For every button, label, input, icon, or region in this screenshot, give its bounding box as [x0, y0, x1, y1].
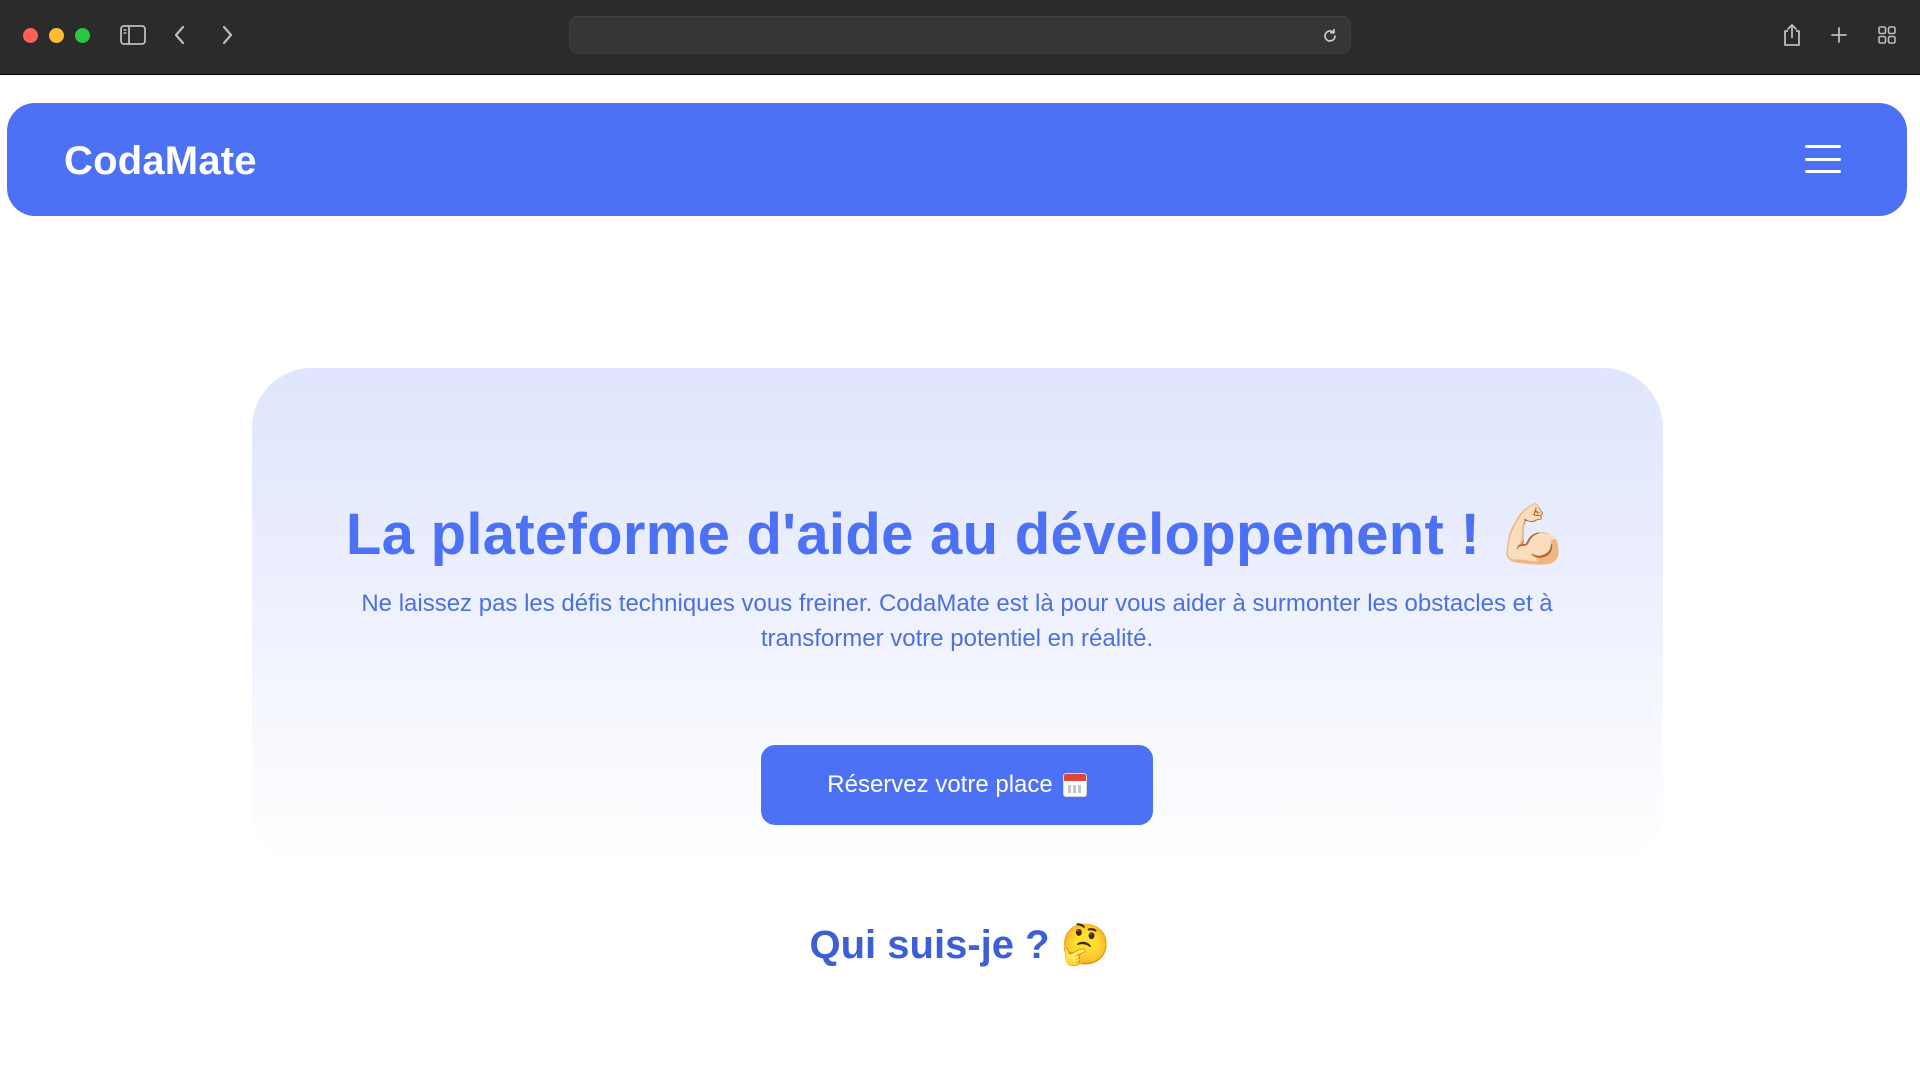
share-button[interactable] — [1775, 20, 1809, 50]
reserve-button[interactable]: Réservez votre place — [761, 745, 1153, 825]
forward-button[interactable] — [210, 20, 244, 50]
thinking-face-icon: 🤔 — [1060, 922, 1111, 968]
reload-button[interactable] — [1320, 26, 1340, 46]
browser-toolbar — [0, 0, 1920, 75]
page-content: CodaMate La plateforme d'aide au dévelop… — [0, 75, 1920, 1080]
back-button[interactable] — [163, 20, 197, 50]
calendar-icon — [1062, 773, 1087, 797]
close-window-button[interactable] — [23, 28, 38, 43]
site-logo[interactable]: CodaMate — [64, 139, 257, 184]
site-navbar: CodaMate — [7, 103, 1907, 216]
hamburger-line — [1805, 145, 1841, 148]
hamburger-icon[interactable] — [1805, 145, 1841, 173]
about-section-title: Qui suis-je ? 🤔 — [0, 921, 1920, 968]
hero-title-text: La plateforme d'aide au développement ! — [345, 502, 1481, 567]
flexed-biceps-icon: 💪🏻 — [1496, 500, 1570, 568]
hamburger-line — [1805, 157, 1841, 161]
tab-overview-button[interactable] — [1870, 20, 1904, 50]
reserve-button-label: Réservez votre place — [827, 771, 1053, 798]
share-icon — [1784, 24, 1800, 46]
reload-icon — [1324, 28, 1336, 42]
address-bar[interactable] — [569, 16, 1351, 54]
plus-icon — [1831, 27, 1847, 43]
hero-title: La plateforme d'aide au développement ! … — [252, 500, 1663, 569]
chevron-left-icon — [174, 25, 185, 45]
hamburger-line — [1805, 170, 1841, 173]
minimize-window-button[interactable] — [49, 28, 64, 43]
window-controls — [23, 28, 90, 43]
hero-description: Ne laissez pas les défis techniques vous… — [361, 590, 1553, 652]
about-title-text: Qui suis-je ? — [809, 923, 1050, 967]
maximize-window-button[interactable] — [75, 28, 90, 43]
chevron-right-icon — [222, 25, 233, 45]
sidebar-icon — [120, 25, 146, 45]
sidebar-toggle-button[interactable] — [116, 20, 150, 50]
grid-icon — [1878, 26, 1896, 44]
hero-section: La plateforme d'aide au développement ! … — [252, 368, 1663, 868]
new-tab-button[interactable] — [1822, 20, 1856, 50]
